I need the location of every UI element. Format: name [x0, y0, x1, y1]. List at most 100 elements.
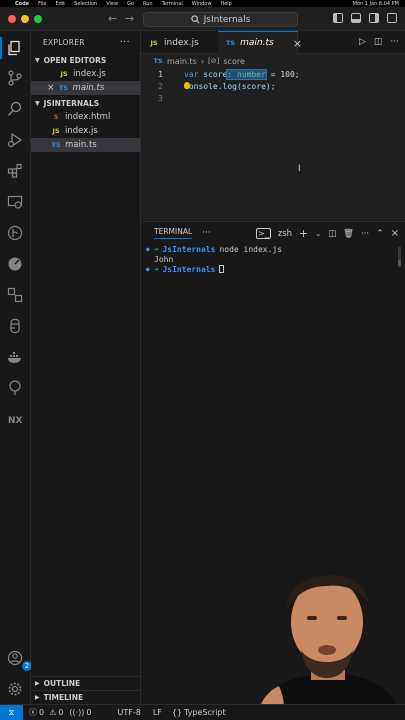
lightbulb-icon[interactable]	[184, 82, 190, 89]
git-graph-icon[interactable]	[6, 224, 24, 242]
chevron-down-icon[interactable]: ⌄	[315, 230, 321, 238]
more-actions-icon[interactable]: ···	[390, 37, 399, 47]
accounts-icon[interactable]: 2	[6, 649, 32, 671]
remote-indicator-icon[interactable]: ⧖	[0, 704, 23, 720]
problems-indicator[interactable]: ⓧ 0 ⚠ 0	[29, 707, 63, 718]
error-icon: ⓧ	[29, 708, 37, 717]
open-editor-item-active[interactable]: × TS main.ts	[31, 81, 140, 95]
open-editors-section[interactable]: ▼ OPEN EDITORS	[31, 53, 140, 67]
open-editor-item[interactable]: JS index.js	[31, 67, 140, 81]
command-decoration-icon: ●	[146, 265, 150, 273]
line-number: 1	[158, 69, 163, 79]
encoding-indicator[interactable]: UTF-8	[117, 708, 140, 717]
outline-section[interactable]: ▶ OUTLINE	[31, 676, 141, 690]
figma-icon[interactable]	[6, 317, 24, 335]
split-editor-icon[interactable]: ◫	[374, 37, 383, 47]
menu-run[interactable]: Run	[143, 1, 153, 7]
zoom-window-button[interactable]	[34, 15, 42, 23]
terminal-shell-label[interactable]: zsh	[278, 229, 292, 239]
file-tree-item-selected[interactable]: TS main.ts	[31, 138, 140, 152]
tab-terminal[interactable]: TERMINAL	[154, 227, 193, 239]
chevron-right-icon: ›	[200, 56, 205, 66]
file-tree-item[interactable]: JS index.js	[31, 124, 140, 138]
panel-overflow-icon[interactable]: ···	[361, 229, 369, 239]
code-line[interactable]: 3	[141, 92, 405, 104]
menu-selection[interactable]: Selection	[74, 1, 97, 7]
close-window-button[interactable]	[8, 15, 16, 23]
language-mode[interactable]: {} TypeScript	[172, 708, 226, 717]
toggle-primary-sidebar-icon[interactable]	[333, 13, 343, 23]
ports-indicator[interactable]: ((·)) 0	[69, 708, 91, 717]
code-editor[interactable]: 1 var score: number = 100; 2 console.log…	[141, 68, 405, 220]
panel-more-icon[interactable]: ···	[202, 228, 211, 238]
toggle-secondary-sidebar-icon[interactable]	[369, 13, 379, 23]
close-icon[interactable]: ×	[293, 37, 302, 50]
menu-help[interactable]: Help	[220, 1, 231, 7]
menu-terminal[interactable]: Terminal	[162, 1, 183, 7]
file-tree-item[interactable]: 5 index.html	[31, 110, 140, 124]
menu-app-name[interactable]: Code	[15, 1, 29, 7]
editor-tabs: JS index.js TS main.ts × ▷ ◫ ···	[141, 31, 405, 54]
tab-index-js[interactable]: JS index.js	[141, 31, 217, 54]
breadcrumb: TS main.ts › [⊘] score	[141, 54, 405, 68]
tree-icon[interactable]	[6, 379, 24, 397]
containers-icon[interactable]	[6, 286, 24, 304]
source-control-icon[interactable]	[6, 69, 24, 87]
chevron-down-icon: ▼	[35, 56, 40, 64]
timeline-section[interactable]: ▶ TIMELINE	[31, 690, 141, 704]
new-terminal-icon[interactable]: +	[299, 227, 308, 240]
docker-icon[interactable]	[6, 348, 24, 366]
line-number: 2	[158, 81, 163, 91]
run-icon[interactable]: ▷	[359, 37, 366, 47]
ts-file-icon: TS	[153, 57, 163, 65]
customize-layout-icon[interactable]	[387, 13, 397, 23]
menu-edit[interactable]: Edit	[55, 1, 65, 7]
back-arrow-icon[interactable]: ←	[108, 12, 117, 25]
code-line[interactable]: 1 var score: number = 100;	[141, 68, 405, 80]
forward-arrow-icon[interactable]: →	[125, 12, 134, 25]
search-icon[interactable]	[6, 100, 24, 118]
open-editor-filename: main.ts	[72, 83, 105, 93]
close-panel-icon[interactable]: ×	[391, 228, 399, 239]
gear-icon[interactable]	[6, 680, 24, 698]
prompt-arrow-icon: ➜	[153, 264, 159, 274]
remote-explorer-icon[interactable]	[6, 193, 24, 211]
minimize-window-button[interactable]	[21, 15, 29, 23]
terminal-line: ● ➜ JsInternals node index.js	[141, 244, 405, 254]
terminal-line[interactable]: ● ➜ JsInternals	[141, 264, 405, 274]
breadcrumb-file[interactable]: main.ts	[167, 57, 197, 66]
nx-console-icon[interactable]: NX	[6, 410, 24, 428]
terminal-scroll-thumb[interactable]	[398, 260, 401, 266]
close-icon[interactable]: ×	[47, 83, 55, 93]
maximize-panel-icon[interactable]: ⌃	[376, 229, 384, 239]
open-editors-label: OPEN EDITORS	[43, 55, 107, 65]
menu-go[interactable]: Go	[127, 1, 134, 7]
menu-window[interactable]: Window	[192, 1, 212, 7]
braces-icon: {}	[171, 708, 183, 717]
menu-file[interactable]: File	[38, 1, 46, 7]
code-line[interactable]: 2 console.log(score);	[141, 80, 405, 92]
command-center-search[interactable]: JsInternals	[143, 12, 298, 27]
explorer-icon[interactable]	[0, 37, 24, 59]
activity-bar: NX 2	[0, 31, 32, 704]
ts-file-icon: TS	[226, 39, 236, 47]
explorer-title: EXPLORER	[43, 37, 85, 47]
tab-main-ts[interactable]: TS main.ts ×	[218, 31, 302, 54]
menu-view[interactable]: View	[106, 1, 118, 7]
run-debug-icon[interactable]	[6, 131, 24, 149]
chevron-right-icon: ▶	[35, 680, 40, 687]
terminal-toolbar: >_ zsh + ⌄ ◫ 🗑 ··· ⌃ ×	[256, 227, 399, 240]
toggle-panel-icon[interactable]	[351, 13, 361, 23]
eol-indicator[interactable]: LF	[153, 708, 162, 717]
ts-file-icon: TS	[58, 84, 69, 92]
project-section[interactable]: ▼ JSINTERNALS	[31, 96, 140, 110]
prompt-directory: JsInternals	[162, 244, 216, 254]
extensions-icon[interactable]	[6, 162, 24, 180]
trash-icon[interactable]: 🗑	[343, 229, 354, 239]
split-terminal-icon[interactable]: ◫	[328, 229, 336, 239]
presenter-webcam-overlay	[245, 560, 405, 720]
more-actions-icon[interactable]: ···	[120, 37, 130, 48]
test-gauge-icon[interactable]	[6, 255, 24, 273]
presenter-image	[245, 560, 405, 720]
breadcrumb-symbol[interactable]: score	[223, 57, 245, 66]
